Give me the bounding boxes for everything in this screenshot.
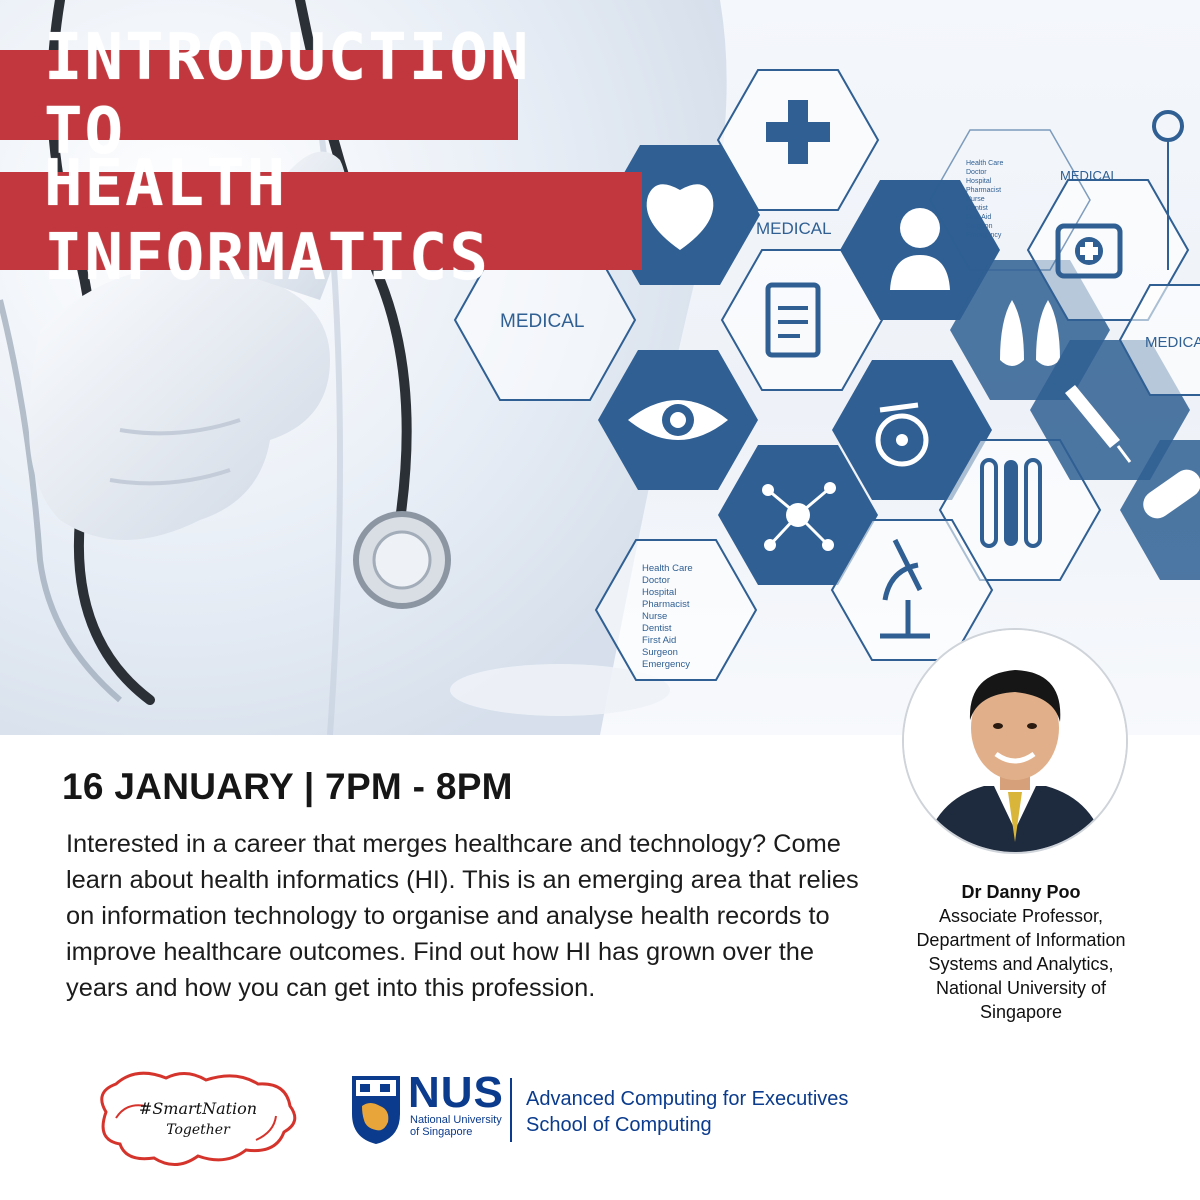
speaker-title-line: National University of xyxy=(935,978,1107,998)
hex-list-item: Doctor xyxy=(642,575,670,586)
speaker-info: Dr Danny Poo Associate Professor, Depart… xyxy=(880,880,1162,1024)
speaker-title-line: Singapore xyxy=(979,1002,1063,1022)
speaker-avatar xyxy=(902,628,1128,854)
nus-divider xyxy=(510,1078,512,1142)
nus-subtitle-line: of Singapore xyxy=(410,1126,473,1138)
nus-subtitle-line: National University xyxy=(410,1114,502,1126)
connector-ring xyxy=(1152,110,1184,142)
hex-list-item: Health Care xyxy=(642,563,693,574)
hex-list-item: Hospital xyxy=(966,178,992,185)
hex-list-item: Surgeon xyxy=(642,647,678,658)
smart-nation-logo: #SmartNation Together xyxy=(100,1071,297,1166)
nus-unit-line2: School of Computing xyxy=(526,1114,712,1136)
hex-list-item: First Aid xyxy=(966,214,991,221)
hex-care-list-2: Health Care Doctor Hospital Pharmacist N… xyxy=(966,160,1003,239)
hex-list-item: Dentist xyxy=(966,205,988,212)
nus-wordmark: NUS xyxy=(408,1068,504,1117)
hex-list-item: Doctor xyxy=(966,169,987,176)
nus-crest-icon xyxy=(352,1076,400,1144)
hex-list-item: Emergency xyxy=(966,232,1002,239)
page-title-line2: HEALTH INFORMATICS xyxy=(44,147,490,295)
title-banner-line2: HEALTH INFORMATICS xyxy=(0,147,642,295)
hex-label-medical-3: MEDICAL xyxy=(1060,168,1118,183)
hex-list-item: Hospital xyxy=(642,587,676,598)
hex-list-item: Pharmacist xyxy=(966,187,1001,194)
event-description: Interested in a career that merges healt… xyxy=(66,830,859,1002)
hex-list-item: Dentist xyxy=(642,623,672,634)
speaker-title-line: Department of Information xyxy=(916,930,1126,950)
poster: MEDICAL MEDICAL MEDICAL MEDICA Health Ca… xyxy=(0,0,1200,1200)
speaker-title-line: Systems and Analytics, xyxy=(928,954,1114,974)
person-icon xyxy=(900,208,940,248)
hex-list-item: Surgeon xyxy=(966,223,993,230)
event-date-time: 16 JANUARY | 7PM - 8PM xyxy=(62,766,513,807)
hero-image: MEDICAL MEDICAL MEDICAL MEDICA Health Ca… xyxy=(0,0,1200,735)
nus-subtitle: National University of Singapore xyxy=(410,1114,520,1138)
hex-list-item: Emergency xyxy=(642,659,690,670)
hex-list-item: Pharmacist xyxy=(642,599,690,610)
smart-nation-text: #SmartNation xyxy=(139,1099,257,1118)
hex-label-medical-2: MEDICAL xyxy=(756,219,832,238)
hex-list-item: Health Care xyxy=(966,160,1003,167)
hex-list-item: Nurse xyxy=(642,611,667,622)
smart-nation-text: Together xyxy=(166,1122,231,1138)
hex-list-item: First Aid xyxy=(642,635,676,646)
nus-unit-line1: Advanced Computing for Executives xyxy=(526,1088,849,1110)
title-banner-line1: INTRODUCTION TO xyxy=(0,21,528,169)
hex-list-item: Nurse xyxy=(966,196,985,203)
speaker-title-line: Associate Professor, xyxy=(938,906,1104,926)
nus-logo: NUS National University of Singapore Adv… xyxy=(350,1068,870,1154)
hex-label-medical-1: MEDICAL xyxy=(500,311,584,332)
speaker-name: Dr Danny Poo xyxy=(961,882,1081,902)
hex-label-medical-4: MEDICAL xyxy=(1145,334,1200,351)
